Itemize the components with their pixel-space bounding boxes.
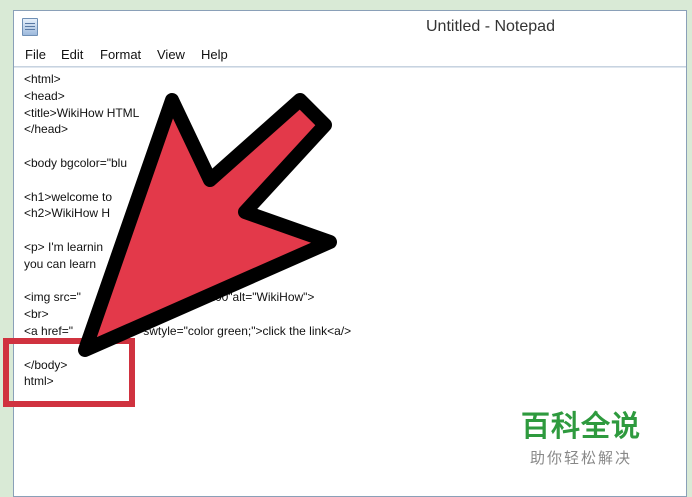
watermark-tagline: 助你轻松解决: [529, 450, 632, 467]
editor-line: <html>: [24, 72, 61, 86]
watermark: 百科全说 助你轻松解决: [516, 403, 646, 468]
menu-view[interactable]: View: [157, 47, 185, 62]
notepad-icon: [22, 18, 38, 36]
menu-help[interactable]: Help: [201, 47, 228, 62]
editor-line: <title>WikiHow HTML: [24, 105, 140, 120]
editor-line: </head>: [24, 122, 69, 137]
editor-line: </body>: [24, 357, 68, 372]
menu-edit[interactable]: Edit: [61, 47, 83, 62]
editor-line: <img src=" 00 height="200"alt="WikiHow">: [24, 290, 315, 305]
window-title: Untitled - Notepad: [426, 18, 555, 35]
editor-line: html>: [24, 374, 54, 389]
editor-line: <body bgcolor="blu: [24, 155, 128, 170]
watermark-logo: 百科全说: [520, 411, 641, 443]
editor-line: <h2>WikiHow H: [24, 206, 111, 221]
editor-line: you can learn: [24, 256, 97, 271]
editor-line: <head>: [24, 88, 65, 103]
editor-line: <h1>welcome to: [24, 189, 113, 204]
menu-bar: File Edit Format View Help: [14, 44, 686, 67]
menu-format[interactable]: Format: [100, 47, 141, 62]
editor-text: <html> <head> <title>WikiHow HTML </head> <b…: [24, 71, 351, 390]
title-bar[interactable]: Untitled - Notepad: [14, 11, 686, 44]
editor-line: <br>: [24, 307, 49, 322]
editor-line: <p> I'm learnin les! <br>: [24, 239, 274, 254]
menu-file[interactable]: File: [25, 47, 46, 62]
editor-line: <a href=" ml" swtyle="color green;">clic…: [24, 323, 352, 338]
